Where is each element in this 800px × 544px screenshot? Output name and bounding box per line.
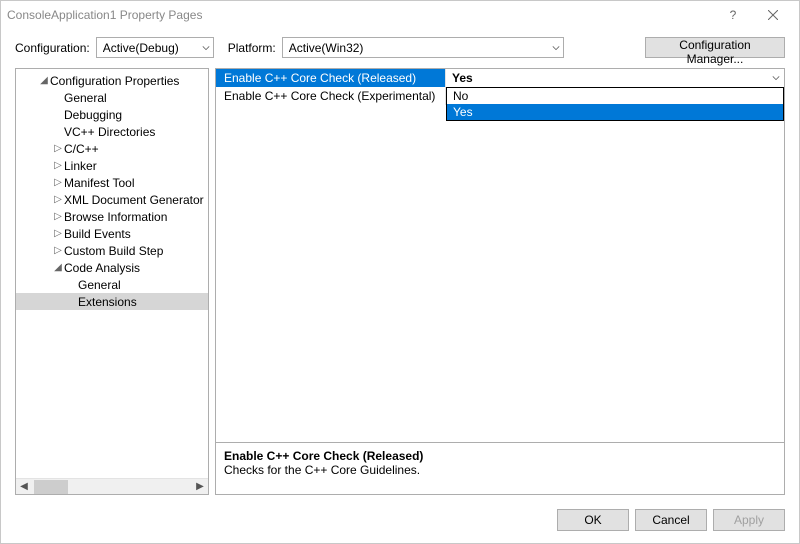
scroll-left-icon[interactable]: ◀ xyxy=(16,480,32,494)
expand-icon: ▷ xyxy=(52,160,64,171)
tree-item-label: Build Events xyxy=(64,227,131,241)
property-grid[interactable]: Enable C++ Core Check (Released)YesEnabl… xyxy=(215,68,785,443)
tree-item-general[interactable]: General xyxy=(16,89,208,106)
expand-icon: ▷ xyxy=(52,228,64,239)
tree-item-label: Linker xyxy=(64,159,97,173)
tree-item-extensions[interactable]: Extensions xyxy=(16,293,208,310)
tree-item-label: Browse Information xyxy=(64,210,167,224)
footer: OK Cancel Apply xyxy=(1,501,799,543)
cancel-button[interactable]: Cancel xyxy=(635,509,707,531)
description-panel: Enable C++ Core Check (Released) Checks … xyxy=(215,443,785,495)
description-body: Checks for the C++ Core Guidelines. xyxy=(224,463,776,477)
property-name: Enable C++ Core Check (Experimental) xyxy=(216,87,446,105)
tree-item-browse-information[interactable]: ▷Browse Information xyxy=(16,208,208,225)
titlebar: ConsoleApplication1 Property Pages ? xyxy=(1,1,799,29)
tree-item-label: Custom Build Step xyxy=(64,244,163,258)
apply-button[interactable]: Apply xyxy=(713,509,785,531)
configuration-value xyxy=(96,37,214,58)
configuration-label: Configuration: xyxy=(15,41,90,55)
tree-item-general[interactable]: General xyxy=(16,276,208,293)
collapse-icon: ◢ xyxy=(38,75,50,86)
content-area: ◢ Configuration Properties General Debugg… xyxy=(1,68,799,501)
tree-item-label: General xyxy=(64,91,107,105)
tree-item-label: C/C++ xyxy=(64,142,99,156)
description-title: Enable C++ Core Check (Released) xyxy=(224,449,776,463)
expand-icon: ▷ xyxy=(52,143,64,154)
tree-root[interactable]: ◢ Configuration Properties xyxy=(16,72,208,89)
chevron-down-icon xyxy=(772,74,780,82)
dropdown-option[interactable]: No xyxy=(447,88,783,104)
toolbar: Configuration: Platform: Configuration M… xyxy=(1,29,799,68)
help-button[interactable]: ? xyxy=(713,1,753,29)
tree-item-manifest-tool[interactable]: ▷Manifest Tool xyxy=(16,174,208,191)
configuration-manager-button[interactable]: Configuration Manager... xyxy=(645,37,785,58)
tree-item-vc-directories[interactable]: VC++ Directories xyxy=(16,123,208,140)
expand-icon: ▷ xyxy=(52,211,64,222)
dropdown-list[interactable]: NoYes xyxy=(446,87,784,121)
tree-item-label: XML Document Generator xyxy=(64,193,204,207)
tree-item-linker[interactable]: ▷Linker xyxy=(16,157,208,174)
tree-item-label: Code Analysis xyxy=(64,261,140,275)
scroll-right-icon[interactable]: ▶ xyxy=(192,480,208,494)
tree-item-label: Debugging xyxy=(64,108,122,122)
expand-icon: ▷ xyxy=(52,177,64,188)
horizontal-scrollbar[interactable]: ◀ ▶ xyxy=(16,478,208,494)
property-name: Enable C++ Core Check (Released) xyxy=(216,69,446,87)
tree-item-label: Manifest Tool xyxy=(64,176,134,190)
scroll-thumb[interactable] xyxy=(34,480,68,494)
tree-item-c-c-[interactable]: ▷C/C++ xyxy=(16,140,208,157)
window-title: ConsoleApplication1 Property Pages xyxy=(7,8,713,22)
close-icon xyxy=(768,10,778,20)
tree-item-custom-build-step[interactable]: ▷Custom Build Step xyxy=(16,242,208,259)
dropdown-option[interactable]: Yes xyxy=(447,104,783,120)
expand-icon: ▷ xyxy=(52,194,64,205)
tree-root-label: Configuration Properties xyxy=(50,74,179,88)
tree-item-build-events[interactable]: ▷Build Events xyxy=(16,225,208,242)
property-pages-window: ConsoleApplication1 Property Pages ? Con… xyxy=(0,0,800,544)
tree-item-label: General xyxy=(78,278,121,292)
collapse-icon: ◢ xyxy=(52,262,64,273)
help-icon: ? xyxy=(730,8,737,22)
tree-item-label: Extensions xyxy=(78,295,137,309)
platform-value xyxy=(282,37,564,58)
configuration-select[interactable] xyxy=(96,37,214,58)
tree[interactable]: ◢ Configuration Properties General Debugg… xyxy=(16,69,208,478)
expand-icon: ▷ xyxy=(52,245,64,256)
tree-item-label: VC++ Directories xyxy=(64,125,155,139)
property-row[interactable]: Enable C++ Core Check (Released)Yes xyxy=(216,69,784,87)
ok-button[interactable]: OK xyxy=(557,509,629,531)
tree-item-xml-document-generator[interactable]: ▷XML Document Generator xyxy=(16,191,208,208)
close-button[interactable] xyxy=(753,1,793,29)
tree-panel: ◢ Configuration Properties General Debugg… xyxy=(15,68,209,495)
platform-select[interactable] xyxy=(282,37,564,58)
property-value[interactable]: Yes xyxy=(446,69,784,87)
tree-item-debugging[interactable]: Debugging xyxy=(16,106,208,123)
platform-label: Platform: xyxy=(228,41,276,55)
tree-item-code-analysis[interactable]: ◢Code Analysis xyxy=(16,259,208,276)
right-panel: Enable C++ Core Check (Released)YesEnabl… xyxy=(215,68,785,495)
